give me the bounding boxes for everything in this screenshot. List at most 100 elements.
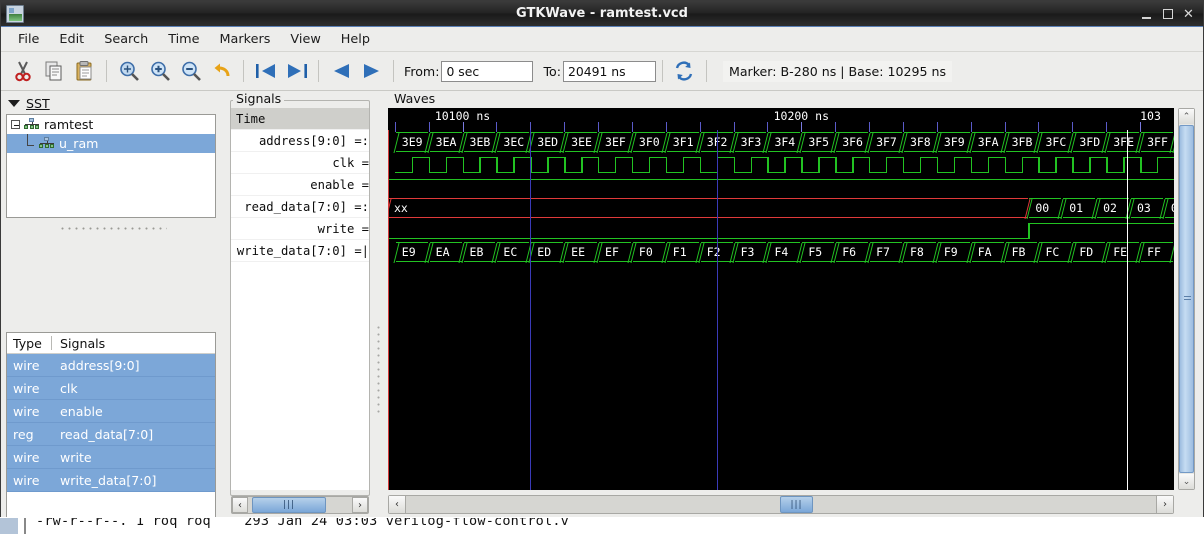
- hierarchy-tree[interactable]: ramtest u_ram: [6, 114, 216, 218]
- toolbar-separator: [318, 60, 319, 82]
- close-icon[interactable]: ✕: [1180, 6, 1197, 23]
- terminal-edge: [0, 518, 18, 534]
- menu-time[interactable]: Time: [158, 29, 209, 50]
- signal-name: address[9:0]: [60, 357, 140, 373]
- bus-value-cell: FC: [1036, 242, 1074, 263]
- marker-primary-marker[interactable]: [530, 130, 532, 490]
- wave-row-write[interactable]: [388, 220, 1174, 242]
- bus-value-cell: FF: [1138, 242, 1174, 263]
- menu-help[interactable]: Help: [331, 29, 380, 50]
- maximize-icon[interactable]: [1159, 6, 1176, 23]
- vscroll-thumb[interactable]: [1179, 125, 1194, 473]
- scroll-left-icon[interactable]: ‹: [232, 497, 248, 513]
- wave-name-write[interactable]: write =: [231, 218, 369, 240]
- bus-value-cell: 3F4: [765, 132, 803, 153]
- menu-file[interactable]: File: [8, 29, 49, 50]
- from-label: From:: [404, 63, 440, 79]
- tree-item-u_ram[interactable]: u_ram: [7, 133, 215, 153]
- wave-name-read_data[interactable]: read_data[7:0] =:: [231, 196, 369, 218]
- toolbar-separator: [705, 60, 707, 82]
- goto-end-icon[interactable]: [281, 56, 312, 87]
- bus-value-cell: E9: [393, 242, 431, 263]
- signal-list[interactable]: Type Signals wire address[9:0] wire clk: [6, 332, 216, 517]
- goto-start-icon[interactable]: [250, 56, 281, 87]
- signal-names-hscrollbar[interactable]: ‹ ||| ›: [231, 496, 369, 514]
- menu-view[interactable]: View: [280, 29, 330, 50]
- signal-names-pane: Signals Time address[9:0] =: clk = enabl…: [229, 91, 387, 517]
- wave-name-enable[interactable]: enable =: [231, 174, 369, 196]
- bus-value-cell: FD: [1070, 242, 1108, 263]
- waveform-canvas[interactable]: 10100 ns 10200 ns 103 3E9 3EA 3EB 3EC 3ED 3EE…: [388, 108, 1174, 490]
- signal-row-write[interactable]: wire write: [7, 446, 215, 469]
- bus-value-cell: F1: [664, 242, 702, 263]
- zoom-fit-icon[interactable]: [113, 56, 144, 87]
- reload-icon[interactable]: [669, 56, 700, 87]
- paste-icon[interactable]: [69, 56, 100, 87]
- pane-resize-grip[interactable]: [59, 223, 167, 230]
- menu-edit[interactable]: Edit: [49, 29, 94, 50]
- chevron-down-icon[interactable]: [8, 100, 20, 107]
- signal-row-address[interactable]: wire address[9:0]: [7, 354, 215, 377]
- copy-icon[interactable]: [38, 56, 69, 87]
- wave-row-read_data[interactable]: xx000102030405: [388, 198, 1174, 220]
- menu-markers[interactable]: Markers: [210, 29, 281, 50]
- collapse-icon[interactable]: [11, 120, 20, 129]
- minimize-icon[interactable]: [1138, 6, 1155, 23]
- marker-secondary-marker[interactable]: [716, 130, 718, 490]
- bus-value-cell: 3F0: [630, 132, 668, 153]
- wave-name-write_data[interactable]: write_data[7:0] =|: [231, 240, 369, 262]
- bus-value-cell: 3F7: [867, 132, 905, 153]
- prev-edge-icon[interactable]: [325, 56, 356, 87]
- cut-icon[interactable]: [7, 56, 38, 87]
- next-edge-icon[interactable]: [356, 56, 387, 87]
- signal-names-list[interactable]: Time address[9:0] =: clk = enable = read…: [231, 108, 369, 490]
- scroll-left-icon[interactable]: ‹: [389, 496, 406, 513]
- module-icon: [39, 137, 55, 150]
- bus-value-cell: 3F9: [935, 132, 973, 153]
- waveform-vscrollbar[interactable]: ⌃ ⌄: [1178, 108, 1195, 490]
- wave-name-clk[interactable]: clk =: [231, 152, 369, 174]
- wave-row-address[interactable]: 3E93EA3EB3EC3ED3EE3EF3F03F13F23F33F43F53…: [388, 132, 1174, 154]
- marker-baseline-marker[interactable]: [388, 130, 389, 490]
- scroll-thumb[interactable]: |||: [252, 497, 326, 513]
- scroll-up-icon[interactable]: ⌃: [1179, 109, 1194, 124]
- tree-elbow-icon: [23, 133, 37, 151]
- scroll-track[interactable]: |||: [406, 496, 1156, 513]
- tree-item-label: u_ram: [59, 136, 99, 151]
- zoom-out-icon[interactable]: [175, 56, 206, 87]
- wave-row-write_data[interactable]: E9 EA EB EC ED EE EF F0 F1 F2 F3 F4 F5 F6 F7 F8 F9 FA FB FC…: [388, 242, 1174, 264]
- ruler-label-10100: 10100 ns: [434, 109, 491, 123]
- signal-row-write_data[interactable]: wire write_data[7:0]: [7, 469, 215, 492]
- to-input[interactable]: 20491 ns: [562, 60, 656, 82]
- signal-row-read_data[interactable]: reg read_data[7:0]: [7, 423, 215, 446]
- wave-row-enable[interactable]: [388, 176, 1174, 198]
- toolbar-separator: [393, 60, 394, 82]
- bus-value-cell: 3F8: [901, 132, 939, 153]
- bus-value-cell: 3F6: [833, 132, 871, 153]
- bus-value-cell: F3: [732, 242, 769, 263]
- signal-row-clk[interactable]: wire clk: [7, 377, 215, 400]
- wave-name-address[interactable]: address[9:0] =:: [231, 130, 369, 152]
- ruler-ticks: [388, 122, 1174, 132]
- tree-item-ramtest[interactable]: ramtest: [7, 115, 215, 134]
- scroll-thumb[interactable]: |||: [780, 496, 813, 513]
- bus-value-cell: F4: [765, 242, 803, 263]
- marker-cursor-marker[interactable]: [1126, 130, 1128, 490]
- title-bar[interactable]: GTKWave - ramtest.vcd ✕: [1, 1, 1203, 27]
- scroll-down-icon[interactable]: ⌄: [1179, 474, 1194, 489]
- menu-bar: File Edit Search Time Markers View Help: [1, 27, 1203, 52]
- bus-value-cell: 3E9: [393, 132, 431, 153]
- from-input[interactable]: 0 sec: [441, 60, 534, 82]
- sst-header[interactable]: SST: [8, 95, 50, 112]
- wave-row-clk[interactable]: [388, 154, 1174, 176]
- waveform-hscrollbar[interactable]: ‹ ||| ›: [388, 495, 1174, 514]
- bus-value-cell: 3F1: [664, 132, 702, 153]
- names-resize-grip[interactable]: [375, 324, 382, 414]
- signal-row-enable[interactable]: wire enable: [7, 400, 215, 423]
- menu-search[interactable]: Search: [94, 29, 158, 50]
- zoom-undo-icon[interactable]: [206, 56, 237, 87]
- scroll-right-icon[interactable]: ›: [352, 497, 368, 513]
- bus-value-cell: 3FE: [1104, 132, 1142, 153]
- zoom-in-icon[interactable]: [144, 56, 175, 87]
- scroll-right-icon[interactable]: ›: [1156, 496, 1173, 513]
